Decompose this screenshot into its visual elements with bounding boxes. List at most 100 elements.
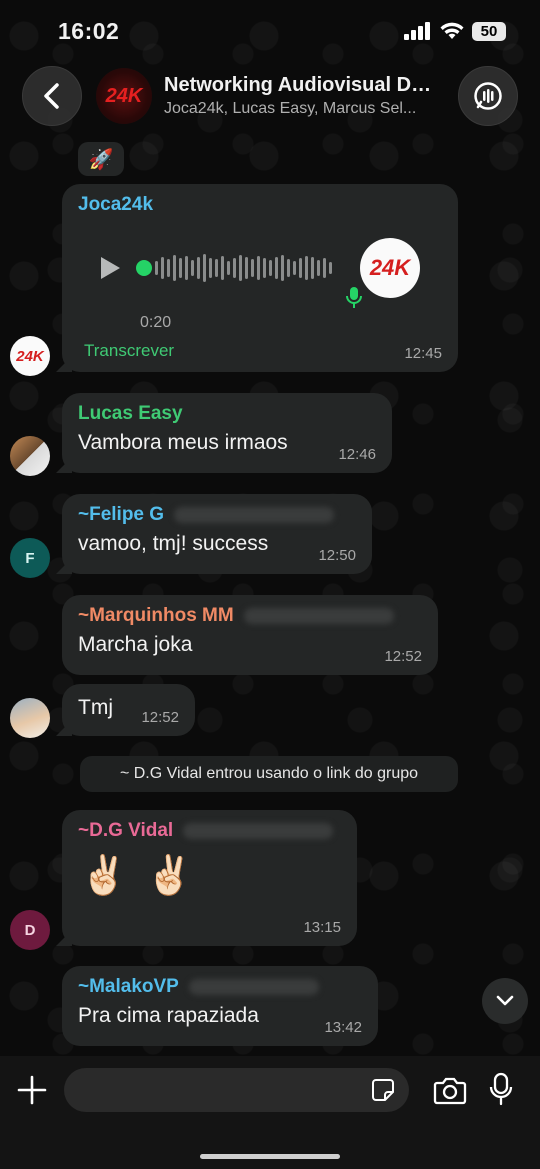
waveform-bar <box>185 256 188 280</box>
waveform-bar <box>275 257 278 279</box>
waveform-bar <box>305 256 308 280</box>
sender-avatar[interactable] <box>10 436 50 476</box>
call-button[interactable] <box>458 66 518 126</box>
sender-row: ~D.G Vidal <box>78 820 341 842</box>
message-sender[interactable]: ~D.G Vidal <box>78 820 173 842</box>
waveform-bar <box>317 260 320 276</box>
waveform-bar <box>329 262 332 274</box>
message-time: 13:15 <box>303 919 341 936</box>
group-info[interactable]: Networking Audiovisual Doi... Joca24k, L… <box>164 74 440 118</box>
waveform-bar <box>263 258 266 278</box>
sender-phone-redacted <box>174 507 335 523</box>
group-members: Joca24k, Lucas Easy, Marcus Sel... <box>164 100 417 117</box>
message-bubble[interactable]: ~Marquinhos MM Marcha joka 12:52 <box>62 595 438 675</box>
message-sender[interactable]: ~MalakoVP <box>78 976 179 998</box>
signal-icon <box>404 22 430 40</box>
message-list[interactable]: 🚀 Joca24k 24K 0:20 Transcrever 12:45 24K… <box>0 136 540 1056</box>
message-time: 13:42 <box>324 1019 362 1036</box>
scroll-to-bottom-button[interactable] <box>482 978 528 1024</box>
message-time: 12:46 <box>338 446 376 463</box>
message-composer <box>0 1056 540 1169</box>
microphone-icon[interactable] <box>489 1072 513 1106</box>
status-time: 16:02 <box>58 17 120 44</box>
waveform-bar <box>203 254 206 282</box>
message-time: 12:52 <box>384 648 422 665</box>
sender-row: ~MalakoVP <box>78 976 362 998</box>
home-indicator <box>200 1154 340 1159</box>
audio-avatar-image: 24K <box>360 238 420 298</box>
message-bubble[interactable]: ~Felipe G vamoo, tmj! success 12:50 <box>62 494 372 574</box>
waveform-bar <box>227 261 230 275</box>
waveform-bar <box>293 261 296 275</box>
waveform-bar <box>161 257 164 279</box>
waveform-bar <box>215 259 218 277</box>
waveform-bar <box>173 255 176 281</box>
waveform-bar <box>233 258 236 278</box>
message-text: Pra cima rapaziada <box>78 1004 259 1027</box>
camera-icon[interactable] <box>433 1076 467 1106</box>
wifi-icon <box>440 22 464 39</box>
group-avatar[interactable]: 24K <box>96 68 152 124</box>
message-bubble[interactable]: Tmj 12:52 <box>62 684 195 736</box>
sender-row: ~Marquinhos MM <box>78 605 422 627</box>
sender-avatar-text: F <box>25 549 35 567</box>
waveform-bar <box>221 256 224 280</box>
message-bubble[interactable]: ~D.G Vidal ✌🏻 ✌🏻 13:15 <box>62 810 357 946</box>
battery-indicator: 50 <box>472 21 506 41</box>
audio-progress-dot[interactable] <box>136 260 152 276</box>
sender-avatar-text: 24K <box>16 347 44 365</box>
waveform-bar <box>191 260 194 276</box>
system-message: ~ D.G Vidal entrou usando o link do grup… <box>80 756 458 792</box>
waveform-bar <box>245 257 248 279</box>
message-sender[interactable]: Joca24k <box>78 194 442 216</box>
message-time: 12:45 <box>404 345 442 362</box>
waveform-bar <box>209 258 212 278</box>
reaction-peek: 🚀 <box>78 142 124 176</box>
sender-phone-redacted <box>183 823 334 839</box>
message-bubble[interactable]: Lucas Easy Vambora meus irmaos 12:46 <box>62 393 392 473</box>
sender-avatar[interactable]: D <box>10 910 50 950</box>
status-bar: 16:02 50 <box>0 0 540 62</box>
waveform-bar <box>167 259 170 277</box>
message-text: Marcha joka <box>78 633 193 656</box>
sender-avatar[interactable] <box>10 698 50 738</box>
sender-avatar[interactable]: 24K <box>10 336 50 376</box>
message-text: vamoo, tmj! success <box>78 532 269 555</box>
status-icons: 50 <box>404 21 506 41</box>
play-icon[interactable] <box>96 254 124 282</box>
waveform-bar <box>281 255 284 281</box>
message-input[interactable] <box>64 1068 409 1112</box>
message-input-wrapper <box>48 1068 409 1112</box>
rocket-emoji: 🚀 <box>88 148 114 171</box>
waveform-bar <box>251 259 254 277</box>
back-icon <box>44 83 59 109</box>
transcribe-button[interactable]: Transcrever <box>84 341 174 361</box>
chat-header: 24K Networking Audiovisual Doi... Joca24… <box>0 62 540 130</box>
waveform-bar <box>197 257 200 279</box>
waveform-bar <box>311 257 314 279</box>
call-icon <box>474 82 502 110</box>
message-sender[interactable]: Lucas Easy <box>78 403 376 425</box>
message-bubble[interactable]: Joca24k 24K 0:20 Transcrever 12:45 <box>62 184 458 372</box>
waveform-bar <box>299 258 302 278</box>
sender-row: ~Felipe G <box>78 504 356 526</box>
message-text: Vambora meus irmaos <box>78 431 288 454</box>
sender-phone-redacted <box>243 608 394 624</box>
group-avatar-text: 24K <box>105 84 143 107</box>
plus-icon[interactable] <box>16 1074 48 1106</box>
back-button[interactable] <box>22 66 82 126</box>
audio-avatar-text: 24K <box>369 255 411 280</box>
message-time: 12:52 <box>141 709 179 726</box>
waveform-bar <box>269 260 272 276</box>
message-sender[interactable]: ~Marquinhos MM <box>78 605 234 627</box>
mic-icon <box>346 287 362 308</box>
audio-waveform[interactable] <box>155 253 332 283</box>
sender-avatar-text: D <box>24 921 36 939</box>
message-sender[interactable]: ~Felipe G <box>78 504 164 526</box>
audio-duration: 0:20 <box>140 314 172 331</box>
sticker-icon[interactable] <box>371 1078 395 1102</box>
waveform-bar <box>155 261 158 275</box>
chevron-down-icon <box>496 995 514 1006</box>
message-bubble[interactable]: ~MalakoVP Pra cima rapaziada 13:42 <box>62 966 378 1046</box>
sender-avatar[interactable]: F <box>10 538 50 578</box>
